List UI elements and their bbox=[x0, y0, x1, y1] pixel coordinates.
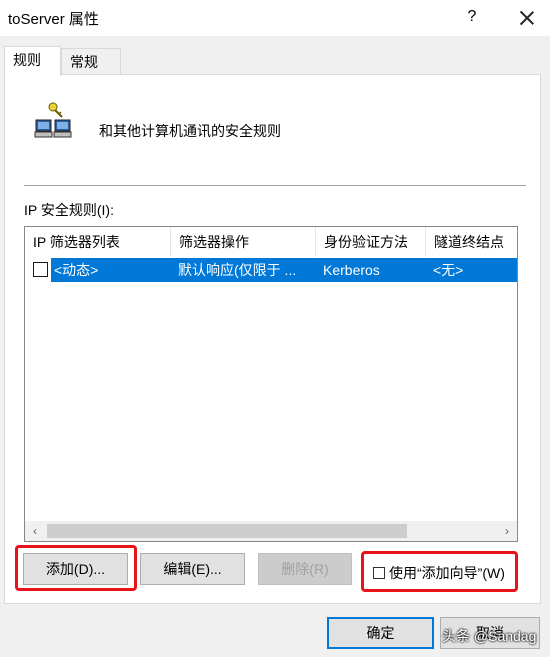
cell-filter-action: 默认响应(仅限于 ... bbox=[178, 262, 297, 278]
ok-button[interactable]: 确定 bbox=[327, 617, 434, 649]
cell-tunnel-endpoint: <无> bbox=[433, 262, 464, 278]
remove-button[interactable]: 删除(R) bbox=[258, 553, 352, 585]
network-computers-icon bbox=[34, 102, 72, 138]
cell-filter-list: <动态> bbox=[54, 262, 99, 278]
use-wizard-label: 使用“添加向导”(W) bbox=[389, 565, 505, 581]
table-row[interactable]: <动态> 默认响应(仅限于 ... Kerberos <无> bbox=[25, 258, 517, 282]
column-header-filter-action[interactable]: 筛选器操作 bbox=[170, 227, 315, 257]
watermark: 头条 @Sandag bbox=[442, 628, 537, 644]
rules-description: 和其他计算机通讯的安全规则 bbox=[99, 123, 281, 139]
ip-rules-list[interactable]: IP 筛选器列表 筛选器操作 身份验证方法 隧道终结点 <动态> 默认响应(仅限… bbox=[24, 226, 518, 542]
ip-rules-label: IP 安全规则(I): bbox=[24, 202, 114, 218]
separator bbox=[24, 185, 526, 186]
title-bar: toServer 属性 ? bbox=[0, 0, 550, 36]
edit-button[interactable]: 编辑(E)... bbox=[140, 553, 245, 585]
tab-general[interactable]: 常规 bbox=[61, 48, 121, 74]
column-header-filter-list[interactable]: IP 筛选器列表 bbox=[25, 227, 170, 257]
scroll-right-icon[interactable]: › bbox=[497, 521, 517, 541]
wizard-checkbox-box[interactable] bbox=[373, 567, 385, 579]
column-header-tunnel-endpoint[interactable]: 隧道终结点 bbox=[425, 227, 517, 257]
help-button[interactable]: ? bbox=[460, 4, 484, 30]
rule-checkbox[interactable] bbox=[33, 262, 48, 277]
column-header-auth-method[interactable]: 身份验证方法 bbox=[315, 227, 425, 257]
scroll-thumb[interactable] bbox=[47, 524, 407, 538]
add-button[interactable]: 添加(D)... bbox=[23, 553, 128, 585]
cell-auth-method: Kerberos bbox=[323, 262, 380, 278]
horizontal-scrollbar[interactable]: ‹ › bbox=[25, 521, 517, 541]
use-wizard-checkbox[interactable]: 使用“添加向导”(W) bbox=[373, 562, 505, 584]
window-title: toServer 属性 bbox=[8, 11, 99, 28]
scroll-left-icon[interactable]: ‹ bbox=[25, 521, 45, 541]
close-icon[interactable] bbox=[512, 3, 542, 33]
tab-rules[interactable]: 规则 bbox=[4, 46, 61, 76]
list-header: IP 筛选器列表 筛选器操作 身份验证方法 隧道终结点 bbox=[25, 227, 517, 257]
